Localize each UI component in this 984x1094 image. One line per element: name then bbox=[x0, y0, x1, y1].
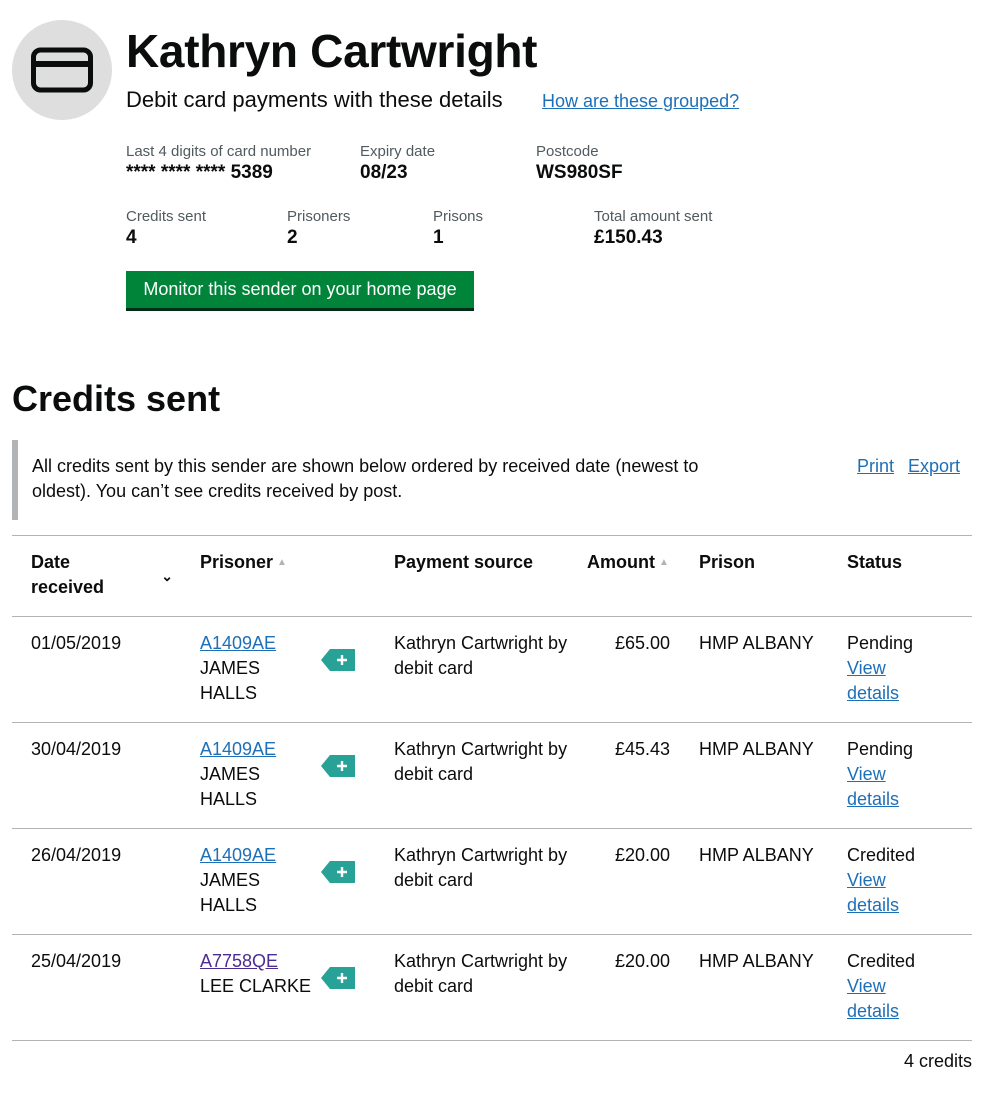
row-date: 01/05/2019 bbox=[12, 616, 181, 723]
column-header-prison-label: Prison bbox=[699, 552, 756, 572]
row-amount: £20.00 bbox=[568, 934, 680, 1041]
print-link[interactable]: Print bbox=[857, 454, 894, 479]
prisoner-name: JAMES HALLS bbox=[200, 658, 261, 703]
sort-descending-icon: ⌄ bbox=[161, 568, 173, 584]
view-details-link[interactable]: View details bbox=[847, 656, 907, 706]
column-header-amount[interactable]: Amount ▲ bbox=[568, 535, 680, 617]
info-inset: All credits sent by this sender are show… bbox=[12, 440, 972, 520]
column-header-prisoner[interactable]: Prisoner ▲ bbox=[181, 535, 375, 617]
row-payment-source: Kathryn Cartwright by debit card bbox=[375, 828, 568, 935]
row-prison: HMP ALBANY bbox=[680, 616, 828, 723]
table-row: 26/04/2019 A1409AE JAMES HALLS Kathryn C… bbox=[12, 828, 972, 935]
total-amount-detail: Total amount sent £150.43 bbox=[594, 207, 712, 250]
row-prisoner: A1409AE JAMES HALLS bbox=[181, 616, 375, 723]
row-amount: £20.00 bbox=[568, 828, 680, 935]
prisoner-name: JAMES HALLS bbox=[200, 764, 261, 809]
prisoners-label: Prisoners bbox=[287, 208, 351, 225]
credits-table: Date received ⌄ Prisoner ▲ Payment source… bbox=[12, 535, 972, 1041]
add-tag-icon[interactable] bbox=[321, 861, 355, 883]
column-header-date[interactable]: Date received ⌄ bbox=[12, 535, 181, 617]
column-header-prisoner-label: Prisoner bbox=[200, 552, 274, 572]
card-number-value: **** **** **** 5389 bbox=[126, 162, 273, 183]
table-header-row: Date received ⌄ Prisoner ▲ Payment source… bbox=[12, 535, 972, 617]
prisoners-value: 2 bbox=[287, 227, 298, 248]
prisons-label: Prisons bbox=[433, 208, 484, 225]
status-text: Credited bbox=[847, 951, 916, 971]
status-text: Pending bbox=[847, 739, 914, 759]
table-row: 01/05/2019 A1409AE JAMES HALLS Kathryn C… bbox=[12, 616, 972, 723]
monitor-sender-button[interactable]: Monitor this sender on your home page bbox=[126, 271, 474, 311]
view-details-link[interactable]: View details bbox=[847, 762, 907, 812]
prisoners-detail: Prisoners 2 bbox=[287, 207, 350, 250]
row-prisoner: A1409AE JAMES HALLS bbox=[181, 828, 375, 935]
row-amount: £65.00 bbox=[568, 616, 680, 723]
status-text: Credited bbox=[847, 845, 916, 865]
credits-count: 4 credits bbox=[903, 1051, 972, 1071]
row-prison: HMP ALBANY bbox=[680, 828, 828, 935]
table-row: 30/04/2019 A1409AE JAMES HALLS Kathryn C… bbox=[12, 722, 972, 829]
row-status: Pending View details bbox=[828, 616, 972, 723]
row-prisoner: A1409AE JAMES HALLS bbox=[181, 722, 375, 829]
credits-sent-heading: Credits sent bbox=[12, 378, 221, 419]
view-details-link[interactable]: View details bbox=[847, 868, 907, 918]
row-prison: HMP ALBANY bbox=[680, 722, 828, 829]
postcode-value: WS980SF bbox=[536, 162, 623, 183]
column-header-date-label: Date received bbox=[31, 552, 105, 597]
row-status: Pending View details bbox=[828, 722, 972, 829]
expiry-label: Expiry date bbox=[360, 143, 436, 160]
page-subtitle: Debit card payments with these details bbox=[126, 87, 503, 112]
how-grouped-link[interactable]: How are these grouped? bbox=[542, 90, 739, 112]
card-number-label: Last 4 digits of card number bbox=[126, 143, 312, 160]
prisons-value: 1 bbox=[433, 227, 444, 248]
row-date: 26/04/2019 bbox=[12, 828, 181, 935]
row-payment-source: Kathryn Cartwright by debit card bbox=[375, 616, 568, 723]
row-payment-source: Kathryn Cartwright by debit card bbox=[375, 722, 568, 829]
credits-sent-detail: Credits sent 4 bbox=[126, 207, 206, 250]
row-prisoner: A7758QE LEE CLARKE bbox=[181, 934, 375, 1041]
table-row: 25/04/2019 A7758QE LEE CLARKE Kathryn Ca… bbox=[12, 934, 972, 1041]
expiry-value: 08/23 bbox=[360, 162, 408, 183]
add-tag-icon[interactable] bbox=[321, 967, 355, 989]
export-link[interactable]: Export bbox=[908, 454, 960, 479]
row-date: 30/04/2019 bbox=[12, 722, 181, 829]
row-status: Credited View details bbox=[828, 828, 972, 935]
credit-card-icon bbox=[31, 47, 93, 93]
postcode-detail: Postcode WS980SF bbox=[536, 142, 623, 185]
postcode-label: Postcode bbox=[536, 143, 599, 160]
sender-avatar bbox=[12, 20, 112, 120]
page-title: Kathryn Cartwright bbox=[126, 25, 538, 77]
prisoner-name: JAMES HALLS bbox=[200, 870, 261, 915]
column-header-prison: Prison bbox=[680, 535, 828, 617]
row-date: 25/04/2019 bbox=[12, 934, 181, 1041]
view-details-link[interactable]: View details bbox=[847, 974, 907, 1024]
column-header-status-label: Status bbox=[847, 552, 903, 572]
card-number-detail: Last 4 digits of card number **** **** *… bbox=[126, 142, 311, 185]
row-amount: £45.43 bbox=[568, 722, 680, 829]
add-tag-icon[interactable] bbox=[321, 649, 355, 671]
total-amount-value: £150.43 bbox=[594, 227, 663, 248]
add-tag-icon[interactable] bbox=[321, 755, 355, 777]
inset-text: All credits sent by this sender are show… bbox=[32, 456, 699, 501]
status-text: Pending bbox=[847, 633, 914, 653]
credits-sent-value: 4 bbox=[126, 227, 137, 248]
row-prison: HMP ALBANY bbox=[680, 934, 828, 1041]
row-payment-source: Kathryn Cartwright by debit card bbox=[375, 934, 568, 1041]
sort-ascending-icon: ▲ bbox=[277, 557, 287, 568]
column-header-payment-source-label: Payment source bbox=[394, 552, 534, 572]
row-status: Credited View details bbox=[828, 934, 972, 1041]
column-header-payment-source: Payment source bbox=[375, 535, 568, 617]
credits-sent-label: Credits sent bbox=[126, 208, 207, 225]
sort-ascending-icon: ▲ bbox=[658, 557, 669, 568]
total-amount-label: Total amount sent bbox=[594, 208, 713, 225]
expiry-detail: Expiry date 08/23 bbox=[360, 142, 435, 185]
column-header-status: Status bbox=[828, 535, 972, 617]
prisons-detail: Prisons 1 bbox=[433, 207, 483, 250]
column-header-amount-label: Amount bbox=[587, 552, 655, 572]
